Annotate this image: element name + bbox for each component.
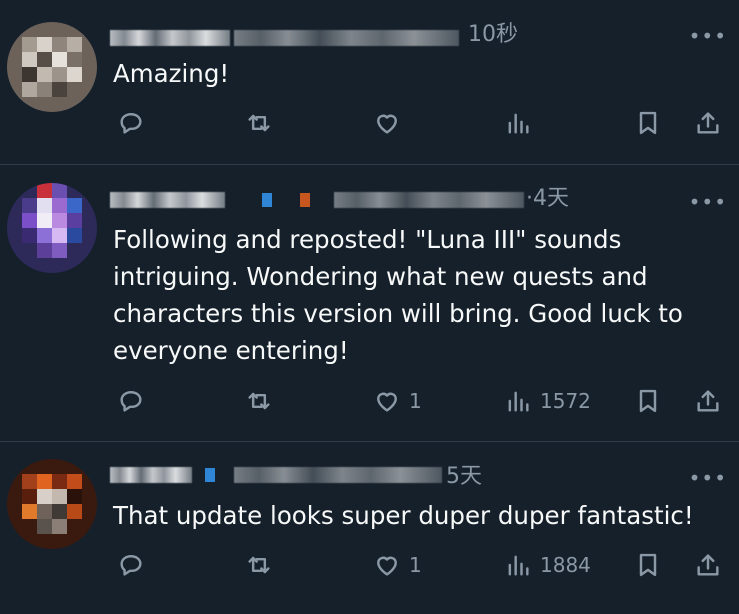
reply-text: Following and reposted! "Luna III" sound… (113, 225, 683, 365)
like-button[interactable] (373, 108, 409, 138)
badge-icon (262, 193, 272, 207)
reply-item[interactable]: 10秒 ••• Amazing! (0, 0, 739, 164)
repost-icon (248, 114, 270, 132)
like-count: 1 (409, 389, 422, 413)
action-bar (0, 108, 739, 138)
more-icon[interactable]: ••• (689, 26, 727, 46)
reply-button[interactable] (117, 108, 145, 138)
like-count: 1 (409, 553, 422, 577)
author-handle-obscured[interactable] (234, 467, 442, 483)
like-button[interactable]: 1 (373, 386, 422, 416)
more-icon[interactable]: ••• (689, 192, 727, 212)
reply-icon (120, 391, 142, 412)
views-button[interactable] (504, 108, 540, 138)
views-icon (508, 555, 529, 576)
author-handle-obscured[interactable] (234, 30, 459, 46)
share-button[interactable] (694, 108, 722, 138)
views-count: 1572 (540, 389, 591, 413)
views-button[interactable]: 1572 (504, 386, 591, 416)
reply-button[interactable] (117, 386, 145, 416)
avatar[interactable] (7, 183, 97, 273)
emoji-icon (300, 193, 310, 207)
bookmark-icon (639, 553, 657, 577)
post-timestamp[interactable]: ·4天 (526, 186, 569, 212)
repost-button[interactable] (245, 108, 273, 138)
repost-icon (248, 556, 270, 574)
share-icon (697, 390, 719, 412)
post-timestamp[interactable]: 5天 (446, 464, 482, 490)
repost-button[interactable] (245, 550, 273, 580)
repost-button[interactable] (245, 386, 273, 416)
badge-icon (205, 468, 215, 482)
reply-button[interactable] (117, 550, 145, 580)
views-button[interactable]: 1884 (504, 550, 591, 580)
avatar[interactable] (7, 459, 97, 549)
reply-feed: 10秒 ••• Amazing! ·4天 ••• Following and r… (0, 0, 739, 614)
avatar[interactable] (7, 22, 97, 112)
author-handle-obscured[interactable] (334, 192, 524, 208)
reply-text: Amazing! (113, 59, 230, 88)
share-button[interactable] (694, 550, 722, 580)
reply-item[interactable]: ·4天 ••• Following and reposted! "Luna II… (0, 165, 739, 440)
share-icon (697, 554, 719, 576)
like-button[interactable]: 1 (373, 550, 422, 580)
post-timestamp[interactable]: 10秒 (468, 22, 518, 48)
reply-icon (120, 555, 142, 576)
reply-item[interactable]: 5天 ••• That update looks super duper dup… (0, 442, 739, 614)
repost-icon (248, 392, 270, 410)
bookmark-icon (639, 111, 657, 135)
like-icon (377, 114, 397, 134)
author-name-obscured[interactable] (110, 192, 225, 208)
like-icon (377, 556, 397, 576)
action-bar: 1 1884 (0, 550, 739, 580)
share-button[interactable] (694, 386, 722, 416)
bookmark-button[interactable] (634, 386, 662, 416)
views-icon (508, 391, 529, 412)
bookmark-button[interactable] (634, 550, 662, 580)
reply-text: That update looks super duper duper fant… (113, 501, 694, 530)
share-icon (697, 112, 719, 134)
views-icon (508, 113, 529, 134)
bookmark-icon (639, 389, 657, 413)
views-count: 1884 (540, 553, 591, 577)
author-name-obscured[interactable] (110, 467, 192, 483)
author-name-obscured[interactable] (110, 30, 230, 46)
action-bar: 1 1572 (0, 386, 739, 416)
more-icon[interactable]: ••• (689, 468, 727, 488)
like-icon (377, 392, 397, 412)
reply-icon (120, 113, 142, 134)
bookmark-button[interactable] (634, 108, 662, 138)
